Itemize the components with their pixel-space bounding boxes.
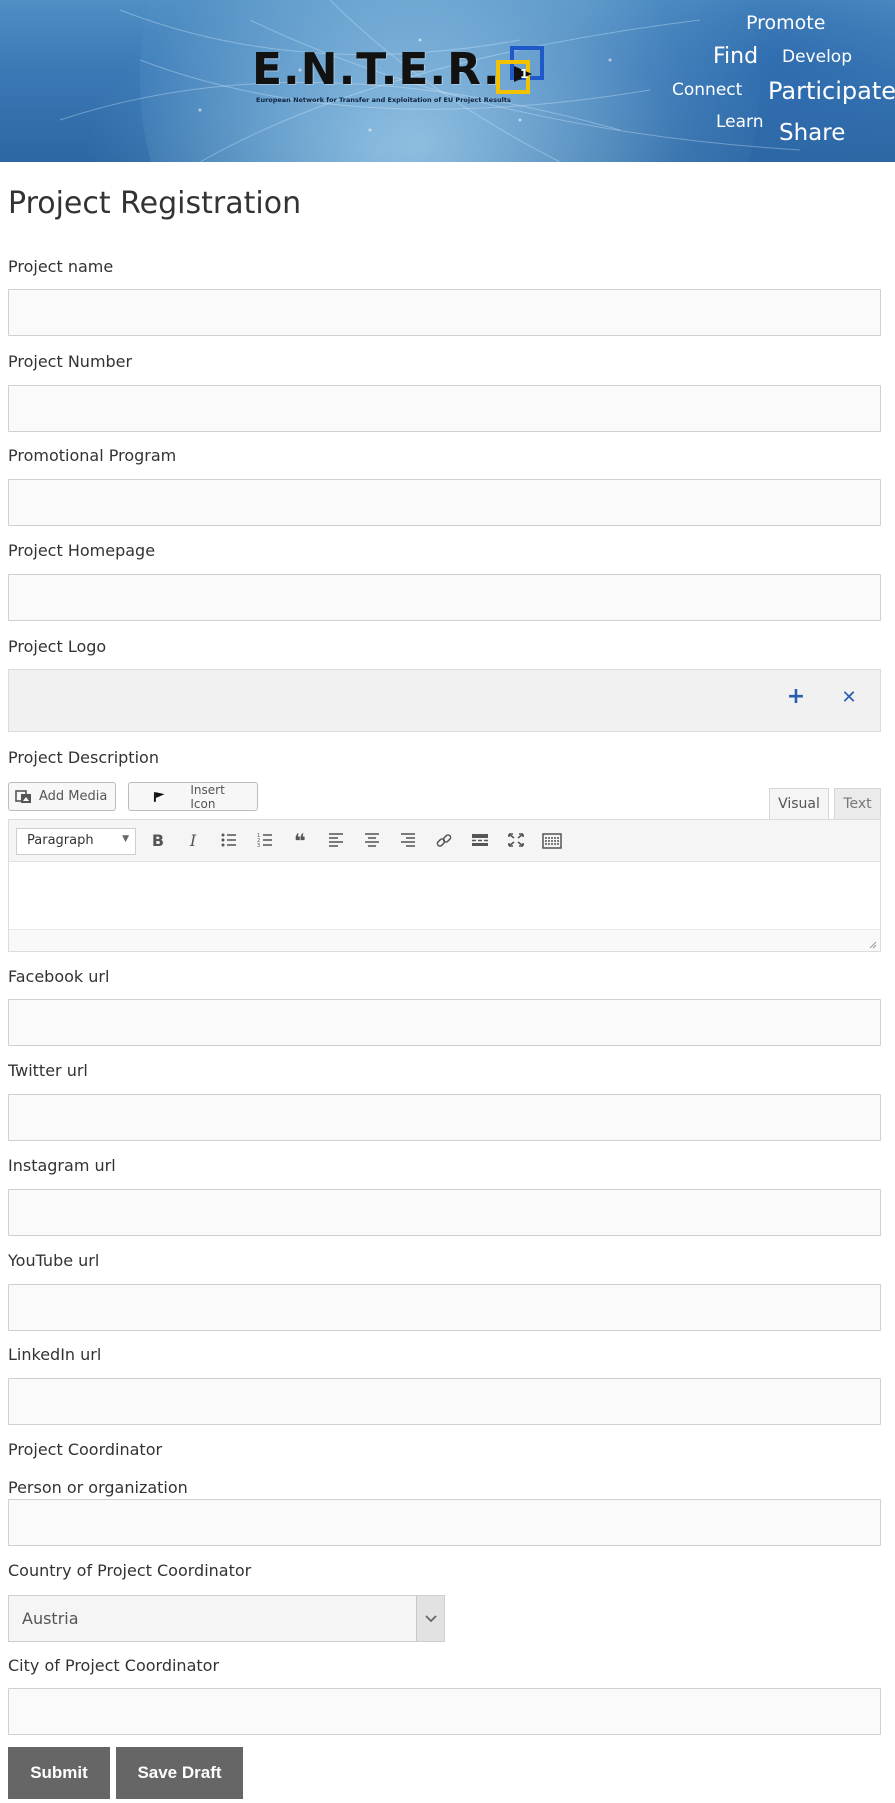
toolbar-toggle-icon[interactable] — [540, 830, 564, 852]
project-logo-label: Project Logo — [8, 637, 107, 656]
project-homepage-label: Project Homepage — [8, 541, 156, 560]
youtube-url-input[interactable] — [8, 1284, 881, 1331]
bullet-list-icon[interactable] — [217, 830, 241, 852]
editor-content-area[interactable] — [9, 862, 880, 929]
country-label: Country of Project Coordinator — [8, 1561, 252, 1580]
svg-text:1: 1 — [520, 67, 528, 81]
chevron-down-icon — [424, 1614, 437, 1622]
submit-button[interactable]: Submit — [8, 1747, 110, 1799]
chevron-down-icon: ▼ — [122, 834, 129, 844]
promotional-program-label: Promotional Program — [8, 446, 177, 465]
tagline-develop: Develop — [782, 47, 852, 67]
linkedin-url-label: LinkedIn url — [8, 1345, 102, 1364]
facebook-url-input[interactable] — [8, 999, 881, 1046]
twitter-url-label: Twitter url — [8, 1061, 88, 1080]
svg-text:3: 3 — [257, 843, 260, 847]
tagline-promote: Promote — [746, 12, 826, 34]
read-more-icon[interactable] — [468, 830, 492, 852]
tagline-share: Share — [779, 120, 846, 146]
project-name-input[interactable] — [8, 289, 881, 336]
facebook-url-label: Facebook url — [8, 967, 110, 986]
add-logo-icon[interactable]: + — [784, 684, 808, 709]
editor-toolbar: Paragraph ▼ B I 123 ❝ — [9, 820, 880, 862]
logo-subtitle: European Network for Transfer and Exploi… — [256, 96, 511, 104]
add-media-label: Add Media — [39, 789, 108, 804]
align-right-icon[interactable] — [396, 830, 420, 852]
logo-wordmark: E.N.T.E.R. — [252, 44, 501, 95]
project-number-label: Project Number — [8, 352, 133, 371]
media-icon — [15, 789, 31, 803]
insert-icon-label: Insert Icon — [190, 782, 225, 811]
promotional-program-input[interactable] — [8, 479, 881, 526]
fullscreen-icon[interactable] — [504, 830, 528, 852]
instagram-url-input[interactable] — [8, 1189, 881, 1236]
tagline-connect: Connect — [672, 80, 743, 100]
italic-icon[interactable]: I — [181, 830, 205, 852]
flag-icon — [153, 791, 165, 802]
youtube-url-label: YouTube url — [8, 1251, 100, 1270]
city-label: City of Project Coordinator — [8, 1656, 220, 1675]
tab-text[interactable]: Text — [834, 788, 881, 819]
align-left-icon[interactable] — [324, 830, 348, 852]
logo-mark-icon: 1 — [496, 46, 544, 94]
twitter-url-input[interactable] — [8, 1094, 881, 1141]
description-editor: Paragraph ▼ B I 123 ❝ — [8, 819, 881, 952]
numbered-list-icon[interactable]: 123 — [253, 830, 277, 852]
tagline-participate: Participate — [768, 77, 895, 105]
format-select-value: Paragraph — [27, 833, 94, 848]
person-or-organization-input[interactable] — [8, 1499, 881, 1546]
tagline-find: Find — [713, 44, 759, 69]
project-description-label: Project Description — [8, 748, 159, 767]
project-name-label: Project name — [8, 257, 114, 276]
header-banner: E.N.T.E.R. 1 European Network for Transf… — [0, 0, 895, 162]
select-dropdown-button[interactable] — [416, 1596, 444, 1641]
tab-visual[interactable]: Visual — [769, 788, 829, 819]
editor-status-bar — [9, 929, 880, 951]
instagram-url-label: Instagram url — [8, 1156, 116, 1175]
country-select-value: Austria — [22, 1609, 79, 1628]
resize-handle-icon[interactable] — [867, 939, 877, 949]
project-homepage-input[interactable] — [8, 574, 881, 621]
save-draft-button[interactable]: Save Draft — [116, 1747, 243, 1799]
linkedin-url-input[interactable] — [8, 1378, 881, 1425]
blockquote-icon[interactable]: ❝ — [288, 830, 312, 852]
enter-logo[interactable]: E.N.T.E.R. 1 European Network for Transf… — [252, 44, 552, 104]
project-coordinator-heading: Project Coordinator — [8, 1440, 163, 1459]
align-center-icon[interactable] — [360, 830, 384, 852]
tagline-learn: Learn — [716, 112, 764, 132]
country-select[interactable]: Austria — [8, 1595, 445, 1642]
page-title: Project Registration — [8, 186, 302, 221]
person-or-organization-label: Person or organization — [8, 1478, 188, 1497]
project-logo-uploader: + ✕ — [8, 669, 881, 732]
insert-icon-button[interactable]: Insert Icon — [128, 782, 258, 811]
project-number-input[interactable] — [8, 385, 881, 432]
link-icon[interactable] — [432, 830, 456, 852]
remove-logo-icon[interactable]: ✕ — [837, 687, 861, 708]
city-input[interactable] — [8, 1688, 881, 1735]
format-select[interactable]: Paragraph ▼ — [16, 828, 136, 855]
bold-icon[interactable]: B — [146, 830, 170, 852]
add-media-button[interactable]: Add Media — [8, 782, 116, 811]
